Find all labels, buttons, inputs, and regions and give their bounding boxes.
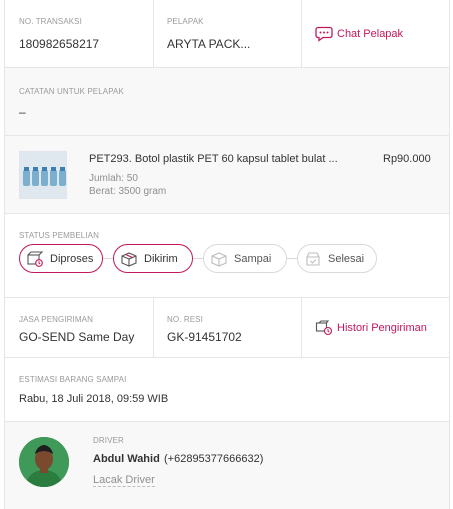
shipping-history-link[interactable]: Histori Pengiriman	[315, 320, 427, 336]
box-arrive-icon	[210, 250, 228, 268]
status-step-label: Dikirim	[144, 252, 178, 265]
status-step-sampai: Sampai	[203, 244, 287, 273]
driver-row	[5, 422, 449, 509]
product-quantity: Jumlah: 50	[89, 173, 138, 184]
divider	[153, 298, 154, 358]
shipping-history-label: Histori Pengiriman	[337, 322, 427, 334]
driver-label: DRIVER	[93, 436, 124, 445]
divider	[301, 298, 302, 358]
status-connector	[103, 258, 113, 259]
product-price: Rp90.000	[383, 153, 431, 165]
divider	[153, 0, 154, 68]
box-ship-icon	[120, 250, 138, 268]
seller-name[interactable]: ARYTA PACK...	[167, 37, 250, 51]
transaction-id-label: NO. TRANSAKSI	[19, 17, 82, 26]
notes-value: –	[19, 105, 26, 119]
shipping-row: JASA PENGIRIMAN GO-SEND Same Day NO. RES…	[5, 298, 449, 358]
product-thumbnail[interactable]	[19, 151, 67, 199]
resi-label: NO. RESI	[167, 315, 203, 324]
driver-name: Abdul Wahid	[93, 453, 160, 465]
status-step-diproses: Diproses	[19, 244, 103, 273]
driver-phone: (+62895377666632)	[164, 453, 264, 465]
transaction-id-value: 180982658217	[19, 37, 100, 51]
product-name[interactable]: PET293. Botol plastik PET 60 kapsul tabl…	[89, 153, 338, 165]
status-label: STATUS PEMBELIAN	[19, 231, 99, 240]
seller-label: PELAPAK	[167, 17, 204, 26]
transaction-header-row: NO. TRANSAKSI 180982658217 PELAPAK ARYTA…	[5, 0, 449, 68]
estimate-label: ESTIMASI BARANG SAMPAI	[19, 375, 127, 384]
track-driver-link[interactable]: Lacak Driver	[93, 474, 155, 487]
chat-seller-label: Chat Pelapak	[337, 28, 404, 40]
box-done-icon	[304, 250, 322, 268]
status-step-label: Sampai	[234, 252, 272, 265]
product-weight: Berat: 3500 gram	[89, 186, 167, 197]
shipping-service-label: JASA PENGIRIMAN	[19, 315, 93, 324]
bottle-image-icon	[20, 152, 66, 198]
status-step-selesai: Selesai	[297, 244, 377, 273]
status-step-label: Diproses	[50, 252, 94, 265]
transaction-detail-card: NO. TRANSAKSI 180982658217 PELAPAK ARYTA…	[4, 0, 450, 509]
notes-row: CATATAN UNTUK PELAPAK –	[5, 68, 449, 136]
divider	[301, 0, 302, 68]
driver-avatar	[19, 437, 69, 487]
status-step-dikirim: Dikirim	[113, 244, 193, 273]
history-truck-icon	[315, 320, 333, 336]
status-connector	[193, 258, 203, 259]
estimate-value: Rabu, 18 Juli 2018, 09:59 WIB	[19, 393, 169, 405]
estimate-row: ESTIMASI BARANG SAMPAI Rabu, 18 Juli 201…	[5, 358, 449, 422]
status-connector	[287, 258, 297, 259]
status-step-label: Selesai	[328, 252, 365, 265]
chat-seller-link[interactable]: Chat Pelapak	[315, 26, 403, 42]
chat-bubble-icon	[315, 26, 333, 42]
shipping-service-value: GO-SEND Same Day	[19, 330, 135, 344]
resi-value: GK-91451702	[167, 330, 242, 344]
box-process-icon	[26, 250, 44, 268]
product-row	[5, 136, 449, 214]
notes-label: CATATAN UNTUK PELAPAK	[19, 87, 124, 96]
